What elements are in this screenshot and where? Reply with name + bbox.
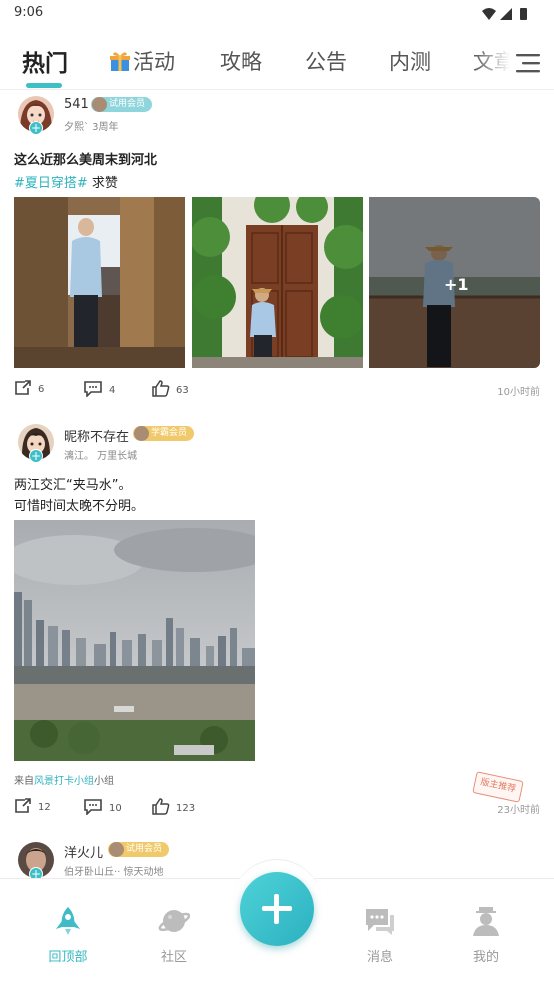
signal-icon <box>500 8 512 20</box>
post-image[interactable] <box>192 197 363 368</box>
profile-icon <box>473 907 499 936</box>
post-text: 两江交汇“夹马水”。 <box>14 478 132 493</box>
badge-label: 试用会员 <box>109 99 146 109</box>
gift-icon <box>110 52 130 71</box>
nav-label: 社区 <box>160 950 187 965</box>
feed-post[interactable]: + 昵称不存在 学霸会员 漓江。 万里长城 两江交汇“夹马水”。 可惜时间太晚不… <box>0 420 554 820</box>
post-time: 10小时前 <box>497 387 540 398</box>
rocket-icon <box>56 907 80 935</box>
tab-beta[interactable]: 内测 <box>389 46 431 76</box>
user-subtitle: 夕熙` 3周年 <box>64 122 119 133</box>
tab-fade <box>474 36 554 84</box>
post-image[interactable] <box>14 197 185 368</box>
topic-tag[interactable]: #夏日穿搭# <box>14 176 88 191</box>
group-link[interactable]: 风景打卡小组 <box>34 776 94 787</box>
post-tags: #夏日穿搭# 求赞 <box>14 172 118 191</box>
group-source-suffix: 小组 <box>94 776 114 787</box>
badge-avatar-icon <box>109 842 124 857</box>
post-time: 23小时前 <box>497 805 540 816</box>
post-image[interactable]: +1 <box>369 197 540 368</box>
nav-label: 回顶部 <box>48 950 88 965</box>
share-count: 6 <box>38 384 45 395</box>
post-image[interactable] <box>14 520 255 761</box>
nav-label: 消息 <box>366 950 393 965</box>
share-icon <box>15 380 31 395</box>
username[interactable]: 昵称不存在 <box>64 426 129 445</box>
comment-button[interactable]: 4 <box>83 380 116 398</box>
like-button[interactable]: 63 <box>152 380 189 397</box>
user-subtitle: 伯牙卧山丘·· 惊天动地 <box>64 867 164 878</box>
comment-icon <box>84 381 102 398</box>
tab-guides[interactable]: 攻略 <box>220 46 262 76</box>
comment-count: 10 <box>109 803 122 814</box>
like-count: 123 <box>176 803 196 814</box>
thumbs-up-icon <box>152 798 170 815</box>
nav-profile[interactable]: 我的 <box>446 879 526 979</box>
plus-icon-vertical <box>274 894 279 924</box>
wifi-icon <box>482 8 496 20</box>
tab-hot[interactable]: 热门 <box>22 44 68 78</box>
active-tab-indicator <box>26 83 62 88</box>
feed-post[interactable]: + 541 试用会员 夕熙` 3周年 这么近那么美周末到河北 #夏日穿搭# 求赞 <box>0 92 554 402</box>
post-title[interactable]: 这么近那么美周末到河北 <box>14 149 157 168</box>
member-badge: 学霸会员 <box>133 426 195 441</box>
thumbs-up-icon <box>152 380 170 397</box>
nav-messages[interactable]: 消息 <box>340 879 420 979</box>
planet-icon <box>158 910 190 932</box>
create-post-button[interactable] <box>240 872 314 946</box>
post-text: 求赞 <box>87 176 118 191</box>
status-bar: 9:06 <box>0 0 554 28</box>
nav-community[interactable]: 社区 <box>134 879 214 979</box>
user-subtitle: 漓江。 万里长城 <box>64 451 138 462</box>
username[interactable]: 洋火儿 <box>64 842 103 861</box>
username[interactable]: 541 <box>64 97 89 112</box>
like-button[interactable]: 123 <box>152 798 195 815</box>
follow-plus-icon[interactable]: + <box>29 121 43 135</box>
follow-plus-icon[interactable]: + <box>29 449 43 463</box>
menu-icon[interactable] <box>516 52 542 74</box>
battery-icon <box>520 8 527 20</box>
share-button[interactable]: 12 <box>14 798 51 814</box>
post-text: 可惜时间太晚不分明。 <box>14 499 145 514</box>
like-count: 63 <box>176 385 189 396</box>
tab-events-label: 活动 <box>133 50 175 74</box>
nav-back-to-top[interactable]: 回顶部 <box>28 879 108 979</box>
group-source-prefix: 来自 <box>14 776 34 787</box>
tab-events[interactable]: 活动 <box>109 46 175 76</box>
tab-announcements[interactable]: 公告 <box>305 46 347 76</box>
status-icons <box>482 8 527 20</box>
comment-count: 4 <box>109 385 116 396</box>
member-badge: 试用会员 <box>108 842 170 857</box>
member-badge: 试用会员 <box>91 97 153 112</box>
badge-avatar-icon <box>134 426 149 441</box>
share-icon <box>15 798 31 813</box>
badge-label: 试用会员 <box>126 844 163 854</box>
top-tab-bar: 热门 活动 攻略 公告 内测 文章 <box>0 28 554 90</box>
more-images-count[interactable]: +1 <box>444 275 469 294</box>
chat-icon <box>366 909 394 935</box>
status-time: 9:06 <box>14 5 44 20</box>
comment-button[interactable]: 10 <box>83 798 122 816</box>
nav-label: 我的 <box>472 950 499 965</box>
comment-icon <box>84 799 102 816</box>
share-button[interactable]: 6 <box>14 380 44 396</box>
share-count: 12 <box>38 802 51 813</box>
badge-avatar-icon <box>92 97 107 112</box>
group-source: 来自风景打卡小组小组 <box>14 772 114 787</box>
badge-label: 学霸会员 <box>151 428 188 438</box>
